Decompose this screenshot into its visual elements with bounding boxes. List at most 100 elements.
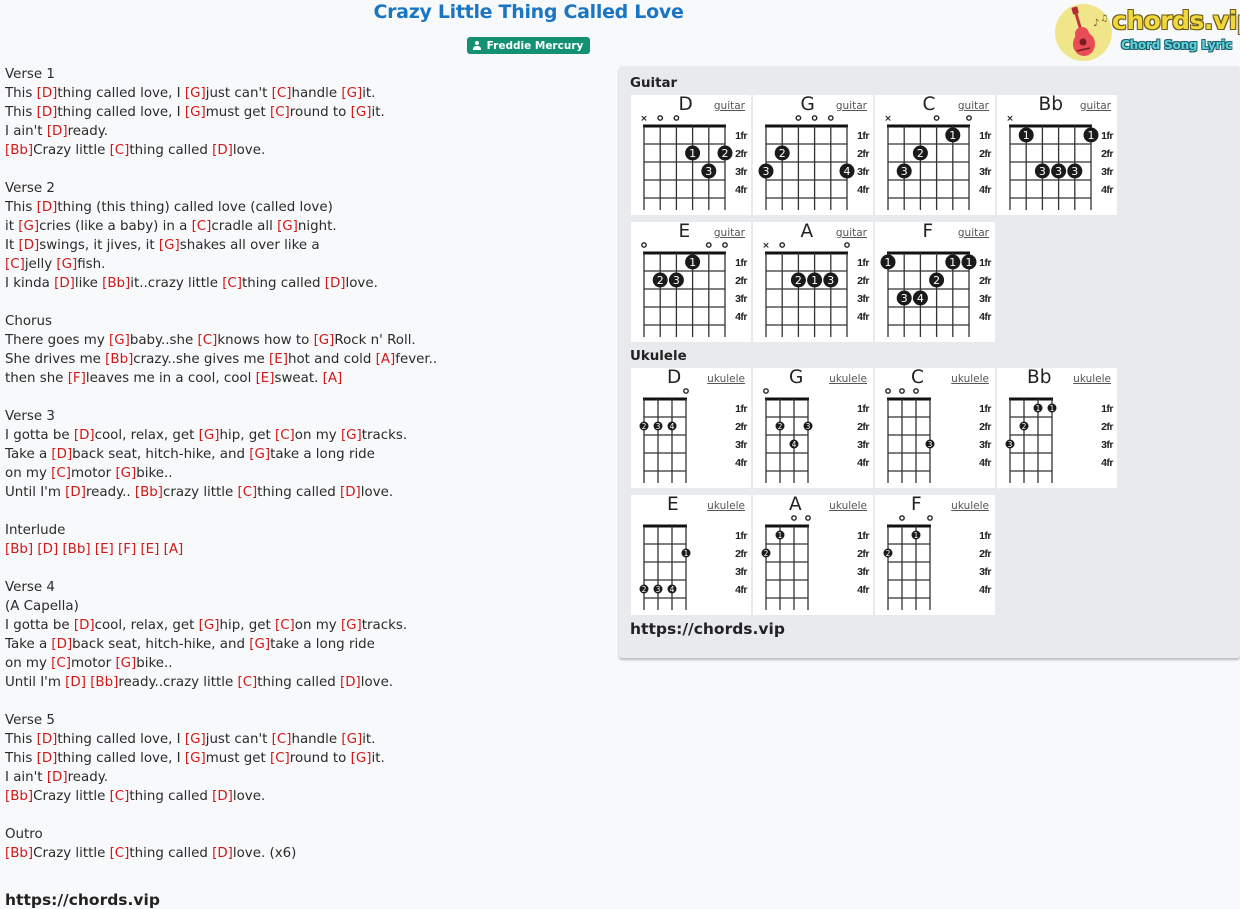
chord-link[interactable]: [G] (249, 637, 270, 652)
chord-link[interactable]: [G] (56, 257, 77, 272)
chord-link[interactable]: [D] (212, 846, 233, 861)
chord-link[interactable]: [G] (341, 428, 362, 443)
chord-link[interactable]: [G] (277, 219, 298, 234)
chord-link[interactable]: [C] (272, 86, 292, 101)
chord-link[interactable]: [G] (18, 219, 39, 234)
chord-link[interactable]: [D] (74, 618, 95, 633)
chord-link[interactable]: [D] (37, 751, 58, 766)
ukulele-chord-card-F[interactable]: 1fr 2fr 3fr 4fr 1 2 Fukulele (875, 494, 995, 615)
ukulele-chord-card-Bb[interactable]: 1fr 2fr 3fr 4fr 1 1 2 3 Bb ukulele (997, 367, 1117, 488)
chord-link[interactable]: [C] (110, 143, 130, 158)
chord-link[interactable]: [D] (325, 276, 346, 291)
chord-link[interactable]: [Bb] (105, 352, 133, 367)
chord-link[interactable]: [D] (37, 542, 58, 557)
chord-link[interactable]: [G] (249, 447, 270, 462)
chord-link[interactable]: [E] (95, 542, 114, 557)
instrument-link[interactable]: ukulele (951, 373, 989, 385)
chord-link[interactable]: [G] (199, 428, 220, 443)
guitar-chord-card-C[interactable]: 1fr 2fr 3fr 4fr × 1 2 3 Cguitar (875, 94, 995, 215)
chord-link[interactable]: [G] (314, 333, 335, 348)
chord-link[interactable]: [G] (185, 732, 206, 747)
chord-link[interactable]: [E] (256, 371, 275, 386)
chord-link[interactable]: [C] (275, 428, 295, 443)
chord-link[interactable]: [C] (270, 751, 290, 766)
chord-link[interactable]: [Bb] (5, 542, 33, 557)
chord-link[interactable]: [Bb] (62, 542, 90, 557)
chord-link[interactable]: [D] (51, 637, 72, 652)
instrument-link[interactable]: guitar (958, 100, 989, 112)
chord-link[interactable]: [A] (376, 352, 396, 367)
guitar-chord-card-D[interactable]: 1fr 2fr 3fr 4fr × 1 2 3 Dguitar (631, 94, 751, 215)
chord-link[interactable]: [C] (198, 333, 218, 348)
instrument-link[interactable]: guitar (836, 227, 867, 239)
chord-link[interactable]: [Bb] (5, 143, 33, 158)
site-logo[interactable]: ♪ ♫ chords.vip Chord Song Lyric (1054, 3, 1240, 61)
chord-link[interactable]: [A] (164, 542, 184, 557)
ukulele-chord-card-D[interactable]: 1fr 2fr 3fr 4fr 2 3 4 Dukulele (631, 367, 751, 488)
instrument-link[interactable]: ukulele (829, 500, 867, 512)
chord-link[interactable]: [D] (37, 105, 58, 120)
site-link[interactable]: https://chords.vip (5, 891, 160, 909)
chord-link[interactable]: [C] (110, 846, 130, 861)
chord-link[interactable]: [Bb] (90, 675, 118, 690)
chord-link[interactable]: [C] (222, 276, 242, 291)
chord-link[interactable]: [C] (5, 257, 25, 272)
chord-link[interactable]: [C] (192, 219, 212, 234)
chord-link[interactable]: [G] (341, 618, 362, 633)
chord-link[interactable]: [D] (51, 447, 72, 462)
chord-link[interactable]: [C] (275, 618, 295, 633)
chord-link[interactable]: [G] (351, 105, 372, 120)
chord-link[interactable]: [C] (51, 466, 71, 481)
panel-site-link[interactable]: https://chords.vip (630, 620, 785, 638)
chord-link[interactable]: [G] (185, 751, 206, 766)
chord-link[interactable]: [D] (65, 485, 86, 500)
chord-link[interactable]: [C] (51, 656, 71, 671)
chord-link[interactable]: [Bb] (135, 485, 163, 500)
instrument-link[interactable]: guitar (714, 100, 745, 112)
chord-link[interactable]: [C] (237, 675, 257, 690)
guitar-chord-card-E[interactable]: 1fr 2fr 3fr 4fr 1 2 3 Eguitar (631, 221, 751, 342)
chord-link[interactable]: [C] (270, 105, 290, 120)
chord-link[interactable]: [C] (272, 732, 292, 747)
chord-link[interactable]: [D] (65, 675, 86, 690)
chord-link[interactable]: [D] (18, 238, 39, 253)
chord-link[interactable]: [Bb] (5, 789, 33, 804)
guitar-chord-card-A[interactable]: 1fr 2fr 3fr 4fr × 2 1 3 Aguitar (753, 221, 873, 342)
chord-link[interactable]: [E] (269, 352, 288, 367)
chord-link[interactable]: [C] (110, 789, 130, 804)
instrument-link[interactable]: guitar (958, 227, 989, 239)
chord-link[interactable]: [D] (47, 124, 68, 139)
chord-link[interactable]: [D] (212, 789, 233, 804)
instrument-link[interactable]: ukulele (707, 373, 745, 385)
chord-link[interactable]: [D] (37, 200, 58, 215)
instrument-link[interactable]: guitar (836, 100, 867, 112)
chord-link[interactable]: [Bb] (102, 276, 130, 291)
chord-link[interactable]: [G] (115, 656, 136, 671)
chord-link[interactable]: [D] (74, 428, 95, 443)
ukulele-chord-card-E[interactable]: 1fr 2fr 3fr 4fr 1 2 3 4 Eukulele (631, 494, 751, 615)
chord-link[interactable]: [F] (118, 542, 136, 557)
chord-link[interactable]: [G] (185, 105, 206, 120)
instrument-link[interactable]: ukulele (951, 500, 989, 512)
ukulele-chord-card-A[interactable]: 1fr 2fr 3fr 4fr 1 2 Aukulele (753, 494, 873, 615)
chord-link[interactable]: [A] (323, 371, 343, 386)
chord-link[interactable]: [G] (159, 238, 180, 253)
chord-link[interactable]: [G] (109, 333, 130, 348)
guitar-chord-card-Bb[interactable]: 1fr 2fr 3fr 4fr × 1 1 3 3 3 Bb guitar (997, 94, 1117, 215)
chord-link[interactable]: [E] (140, 542, 159, 557)
chord-link[interactable]: [G] (341, 732, 362, 747)
instrument-link[interactable]: ukulele (1073, 373, 1111, 385)
chord-link[interactable]: [G] (185, 86, 206, 101)
chord-link[interactable]: [D] (37, 86, 58, 101)
ukulele-chord-card-G[interactable]: 1fr 2fr 3fr 4fr 2 3 4 Gukulele (753, 367, 873, 488)
chord-link[interactable]: [Bb] (5, 846, 33, 861)
chord-link[interactable]: [F] (68, 371, 86, 386)
chord-link[interactable]: [G] (199, 618, 220, 633)
instrument-link[interactable]: guitar (1080, 100, 1111, 112)
chord-link[interactable]: [D] (212, 143, 233, 158)
chord-link[interactable]: [G] (341, 86, 362, 101)
chord-link[interactable]: [D] (37, 732, 58, 747)
chord-link[interactable]: [D] (340, 485, 361, 500)
artist-badge[interactable]: Freddie Mercury (466, 37, 591, 54)
chord-link[interactable]: [G] (351, 751, 372, 766)
